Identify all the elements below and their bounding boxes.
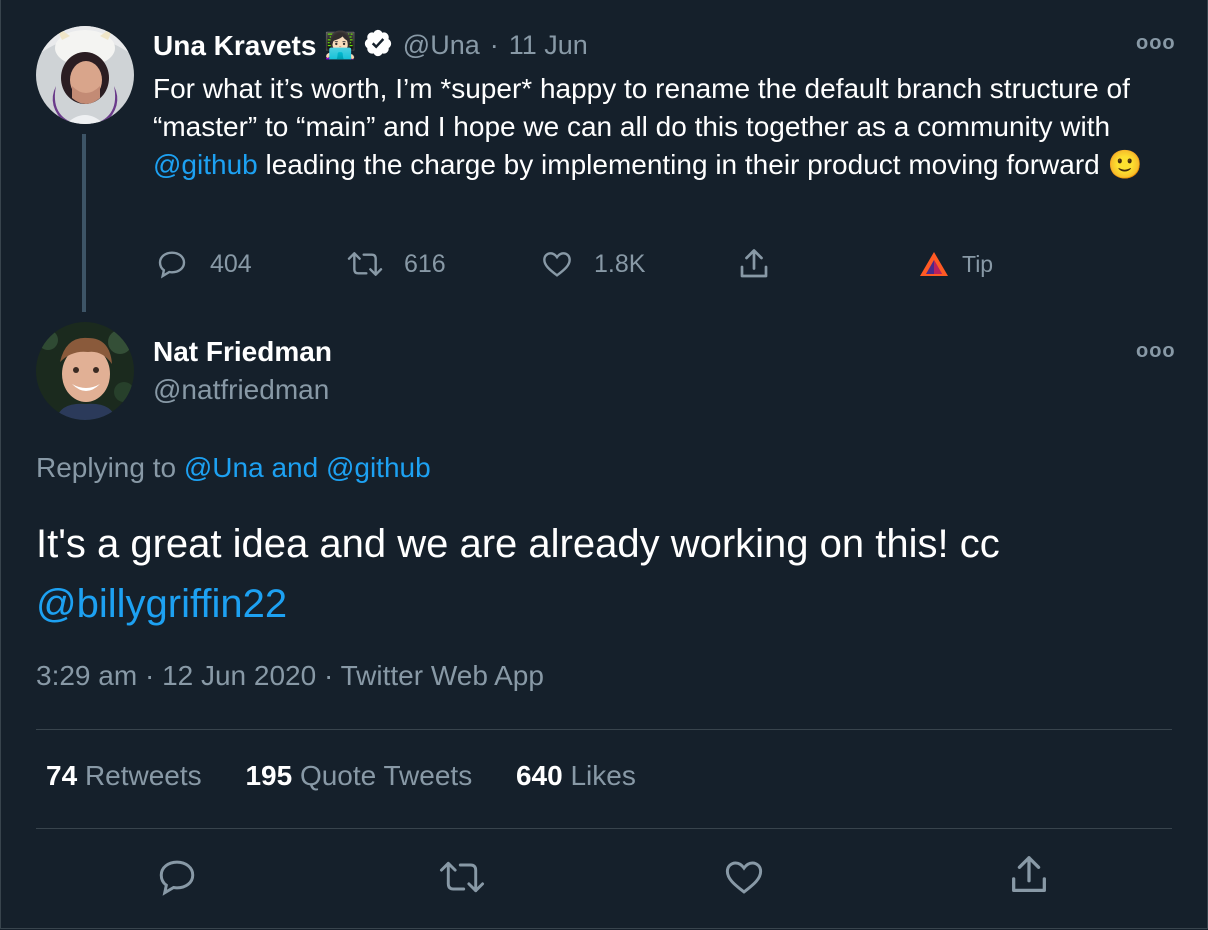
nat-author-name[interactable]: Nat Friedman xyxy=(153,336,332,368)
una-author-name[interactable]: Una Kravets xyxy=(153,30,316,62)
quotes-label: Quote Tweets xyxy=(299,760,473,791)
tweet-source[interactable]: Twitter Web App xyxy=(341,660,544,691)
retweets-stat[interactable]: 74 Retweets xyxy=(46,760,202,791)
divider xyxy=(36,828,1172,829)
quotes-count: 195 xyxy=(245,760,293,791)
more-options-icon[interactable]: ooo xyxy=(1136,32,1176,55)
reply-icon xyxy=(158,251,186,279)
verified-badge-icon xyxy=(363,28,393,63)
retweets-label: Retweets xyxy=(84,760,202,791)
meta-separator: · xyxy=(316,660,341,691)
replying-to-line: Replying to @Una and @github xyxy=(36,452,431,484)
tweet-meta: 3:29 am · 12 Jun 2020 · Twitter Web App xyxy=(36,660,544,692)
billygriffin-mention-link[interactable]: @billygriffin22 xyxy=(36,582,287,626)
share-button[interactable] xyxy=(1006,852,1052,903)
more-options-icon[interactable]: ooo xyxy=(1136,340,1176,363)
nat-handle[interactable]: @natfriedman xyxy=(153,374,329,406)
original-tweet-text-end: leading the charge by implementing in th… xyxy=(257,149,1108,180)
retweet-button[interactable] xyxy=(438,856,486,903)
like-button[interactable]: 1.8K xyxy=(540,248,645,280)
header-separator: · xyxy=(489,30,499,60)
retweet-icon xyxy=(439,861,485,893)
reply-count: 404 xyxy=(210,249,252,278)
replying-prefix: Replying to xyxy=(36,452,184,483)
technologist-emoji: 👩🏻‍💻 xyxy=(324,30,357,60)
engagement-stats: 74 Retweets 195 Quote Tweets 640 Likes xyxy=(46,760,672,792)
like-count: 1.8K xyxy=(594,249,646,278)
likes-stat[interactable]: 640 Likes xyxy=(516,760,636,791)
reply-tweet-body: It's a great idea and we are already wor… xyxy=(36,522,1000,566)
retweets-count: 74 xyxy=(46,760,78,791)
reply-button[interactable]: 404 xyxy=(156,248,252,280)
replying-user-github[interactable]: @github xyxy=(326,452,431,483)
una-avatar[interactable] xyxy=(36,26,134,124)
nat-avatar[interactable] xyxy=(36,322,134,420)
tip-label: Tip xyxy=(962,250,994,277)
likes-label: Likes xyxy=(570,760,636,791)
una-handle[interactable]: @Una xyxy=(403,30,480,61)
tweet-date[interactable]: 12 Jun 2020 xyxy=(162,660,316,691)
likes-count: 640 xyxy=(515,760,563,791)
original-tweet-text-start: For what it’s worth, I’m *super* happy t… xyxy=(153,73,1130,142)
heart-icon xyxy=(725,861,763,894)
brave-triangle-icon xyxy=(920,252,948,276)
reply-icon xyxy=(159,860,195,896)
share-icon xyxy=(740,249,768,278)
original-tweet-header: Una Kravets 👩🏻‍💻 @Una · 11 Jun xyxy=(153,28,588,63)
replying-user-una[interactable]: @Una xyxy=(184,452,264,483)
retweet-icon xyxy=(347,252,383,276)
share-button[interactable] xyxy=(736,246,772,282)
original-tweet-text: For what it’s worth, I’m *super* happy t… xyxy=(153,70,1183,184)
tip-button[interactable]: Tip xyxy=(918,250,993,278)
thread-connector-line xyxy=(82,134,86,312)
smile-emoji: 🙂 xyxy=(1107,149,1143,180)
heart-icon xyxy=(543,252,571,277)
tweet-time[interactable]: 3:29 am xyxy=(36,660,137,691)
like-button[interactable] xyxy=(722,856,766,903)
share-icon xyxy=(1012,856,1046,892)
divider xyxy=(36,729,1172,730)
replying-and: and xyxy=(263,452,326,483)
reply-button[interactable] xyxy=(156,856,198,903)
original-tweet-date[interactable]: 11 Jun xyxy=(509,30,588,61)
retweet-count: 616 xyxy=(404,249,446,278)
reply-tweet-text: It's a great idea and we are already wor… xyxy=(36,514,1176,634)
meta-separator: · xyxy=(137,660,163,691)
quote-tweets-stat[interactable]: 195 Quote Tweets xyxy=(245,760,472,791)
github-mention-link[interactable]: @github xyxy=(153,149,258,180)
retweet-button[interactable]: 616 xyxy=(346,248,446,280)
